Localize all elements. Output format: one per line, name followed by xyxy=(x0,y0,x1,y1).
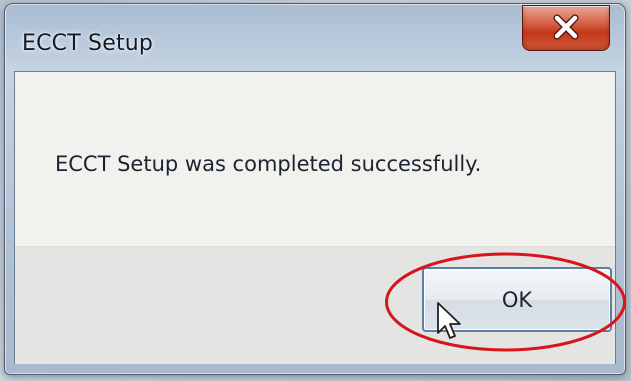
dialog-content: ECCT Setup was completed successfully. O… xyxy=(14,71,616,364)
dialog-window: ECCT Setup ECCT Setup was completed succ… xyxy=(4,3,626,375)
close-button[interactable] xyxy=(522,5,610,51)
title-bar[interactable]: ECCT Setup xyxy=(5,4,625,70)
screenshot-stage: ECCT Setup ECCT Setup was completed succ… xyxy=(0,0,631,381)
completion-message: ECCT Setup was completed successfully. xyxy=(55,152,482,176)
window-title: ECCT Setup xyxy=(22,31,154,56)
ok-button[interactable]: OK xyxy=(422,267,612,332)
close-icon xyxy=(553,14,579,40)
